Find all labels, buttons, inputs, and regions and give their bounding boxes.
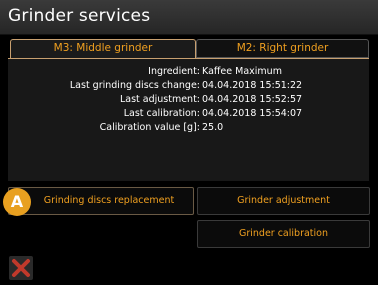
info-label: Calibration value [g]: bbox=[99, 122, 200, 133]
info-label: Ingredient: bbox=[148, 66, 200, 77]
grinder-calibration-button[interactable]: Grinder calibration bbox=[197, 220, 370, 248]
info-row-adjustment: Last adjustment: 04.04.2018 15:52:57 bbox=[8, 94, 369, 107]
tab-middle-grinder[interactable]: M3: Middle grinder bbox=[10, 39, 196, 58]
grinder-info-panel: Ingredient: Kaffee Maximum Last grinding… bbox=[8, 58, 369, 181]
info-value: 04.04.2018 15:52:57 bbox=[202, 94, 303, 105]
info-row-ingredient: Ingredient: Kaffee Maximum bbox=[8, 66, 369, 79]
annotation-badge: A bbox=[3, 188, 31, 216]
close-button[interactable] bbox=[9, 256, 33, 280]
info-label: Last calibration: bbox=[123, 108, 200, 119]
header-bar: Grinder services bbox=[0, 0, 378, 35]
info-label: Last adjustment: bbox=[119, 94, 200, 105]
info-value: 25.0 bbox=[202, 122, 224, 133]
info-row-calibration: Last calibration: 04.04.2018 15:54:07 bbox=[8, 108, 369, 121]
grinder-adjustment-button[interactable]: Grinder adjustment bbox=[197, 187, 370, 215]
grinding-discs-replacement-button[interactable]: Grinding discs replacement bbox=[8, 187, 194, 215]
tab-right-grinder[interactable]: M2: Right grinder bbox=[196, 39, 369, 58]
close-x-icon bbox=[12, 259, 30, 277]
info-row-calibration-value: Calibration value [g]: 25.0 bbox=[8, 122, 369, 135]
info-label: Last grinding discs change: bbox=[69, 80, 200, 91]
info-value: 04.04.2018 15:51:22 bbox=[202, 80, 303, 91]
info-value: 04.04.2018 15:54:07 bbox=[202, 108, 303, 119]
info-value: Kaffee Maximum bbox=[202, 66, 282, 77]
info-row-discs-change: Last grinding discs change: 04.04.2018 1… bbox=[8, 80, 369, 93]
page-title: Grinder services bbox=[8, 6, 151, 26]
